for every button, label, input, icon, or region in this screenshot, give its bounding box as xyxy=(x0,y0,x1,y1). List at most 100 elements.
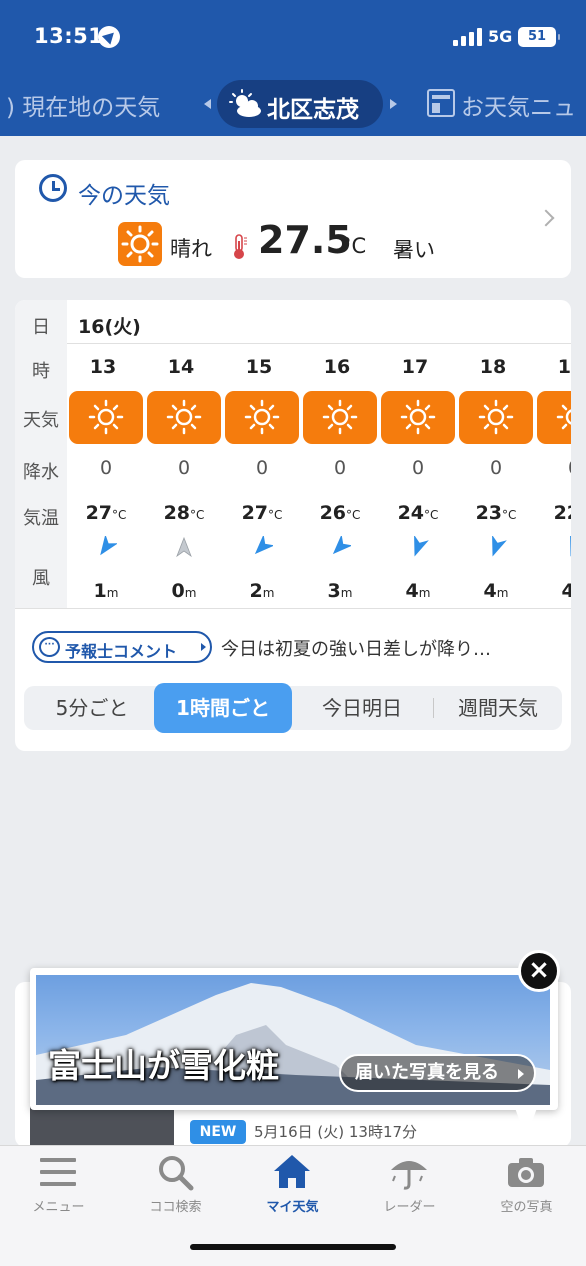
temp-value: 22°C xyxy=(553,502,571,524)
hour-value: 17 xyxy=(401,356,429,378)
tab-my-weather[interactable]: マイ天気 xyxy=(234,1146,351,1226)
partly-cloudy-icon xyxy=(229,89,261,117)
tab-search-label: ココ検索 xyxy=(149,1200,202,1215)
wind-value: 1m xyxy=(93,580,119,602)
menu-icon xyxy=(40,1158,76,1186)
sun-icon xyxy=(381,391,455,444)
prev-arrow-icon[interactable] xyxy=(204,99,211,109)
tab-radar[interactable]: レーダー xyxy=(351,1146,468,1226)
tab-search[interactable]: ココ検索 xyxy=(117,1146,234,1226)
label-wind: 風 xyxy=(32,568,50,589)
location-tab-current-label: 北区志茂 xyxy=(267,97,359,123)
clock-icon xyxy=(39,174,67,202)
location-tab-current[interactable]: 北区志茂 xyxy=(217,80,383,128)
hour-column: 18 0 23°C 4m xyxy=(457,344,533,608)
label-weather: 天気 xyxy=(23,410,59,431)
temp-value: 26°C xyxy=(319,502,361,524)
battery-icon: 51 xyxy=(518,27,560,47)
feed-timestamp: 5月16日 (火) 13時17分 xyxy=(254,1123,418,1141)
temp-value: 27°C xyxy=(85,502,127,524)
rain-value: 0 xyxy=(99,457,113,479)
caret-right-icon xyxy=(201,643,206,651)
hour-column: 17 0 24°C 4m xyxy=(379,344,455,608)
umbrella-icon xyxy=(391,1161,427,1190)
forecaster-comment-button[interactable]: ··· 予報士コメント xyxy=(32,631,212,663)
tab-hourly[interactable]: 1時間ごと xyxy=(154,683,292,733)
location-tabs: ) 現在地の天気 北区志茂 お天気ニュ xyxy=(0,72,586,136)
wind-direction-icon xyxy=(414,536,429,557)
news-icon xyxy=(427,89,455,117)
hourly-forecast-card: 日 時 天気 降水 気温 風 16(火) 13 0 27°C 1m 14 0 28°C 0m 1… xyxy=(15,300,571,751)
tab-5min[interactable]: 5分ごと xyxy=(24,686,160,730)
hour-column: 16 0 26°C 3m xyxy=(301,344,377,608)
forecaster-comment-text[interactable]: 今日は初夏の強い日差しが降り… xyxy=(221,635,491,661)
hour-value: 15 xyxy=(245,356,273,378)
wind-value: 4m xyxy=(405,580,431,602)
wind-value: 3m xyxy=(327,580,353,602)
temp-value: 23°C xyxy=(475,502,517,524)
current-temperature: 27.5 xyxy=(258,218,352,262)
temp-value: 27°C xyxy=(241,502,283,524)
current-condition: 晴れ xyxy=(170,237,212,261)
hour-column: 14 0 28°C 0m xyxy=(145,344,221,608)
camera-icon xyxy=(508,1158,544,1187)
sun-icon xyxy=(537,391,571,444)
label-date: 日 xyxy=(32,317,50,338)
rain-value: 0 xyxy=(255,457,269,479)
popup-title: 富士山が雪化粧 xyxy=(48,1046,279,1085)
sun-icon xyxy=(303,391,377,444)
tab-menu-label: メニュー xyxy=(32,1200,85,1215)
tab-sky-photos[interactable]: 空の写真 xyxy=(468,1146,585,1226)
location-tab-prev-label: 現在地の天気 xyxy=(22,95,161,121)
hour-column: 15 0 27°C 2m xyxy=(223,344,299,608)
popup-tail xyxy=(515,1108,537,1138)
tab-weekly[interactable]: 週間天気 xyxy=(436,686,560,730)
tab-menu[interactable]: メニュー xyxy=(0,1146,117,1226)
close-icon[interactable]: × xyxy=(518,950,560,992)
new-badge: NEW xyxy=(190,1120,246,1144)
wind-direction-icon xyxy=(176,536,192,558)
view-photos-button[interactable]: 届いた写真を見る xyxy=(339,1054,536,1092)
sun-icon xyxy=(225,391,299,444)
location-tab-next-label[interactable]: お天気ニュ xyxy=(461,88,576,122)
tab-my-weather-label: マイ天気 xyxy=(266,1200,319,1215)
location-tab-prev[interactable]: ) 現在地の天気 xyxy=(6,88,160,122)
current-weather-title: 今の天気 xyxy=(78,183,170,209)
rain-value: 0 xyxy=(489,457,503,479)
current-weather-card[interactable]: 今の天気 晴れ 27.5 °C 暑い xyxy=(15,160,571,278)
row-labels: 日 時 天気 降水 気温 風 xyxy=(15,300,67,608)
rain-value: 0 xyxy=(535,457,571,479)
status-bar: 13:51 5G 51 xyxy=(0,0,586,72)
rain-value: 0 xyxy=(333,457,347,479)
forecast-date: 16(火) xyxy=(78,316,141,338)
divider xyxy=(15,608,571,609)
wind-direction-icon xyxy=(100,536,117,556)
location-arrow-icon xyxy=(98,26,120,48)
thermometer-icon xyxy=(234,234,247,259)
hour-value: 18 xyxy=(479,356,507,378)
sun-icon xyxy=(118,222,162,266)
rain-value: 0 xyxy=(177,457,191,479)
sun-icon xyxy=(69,391,143,444)
hourly-columns[interactable]: 13 0 27°C 1m 14 0 28°C 0m 15 0 27°C 2m 16 0 26°C 3m 17 0 2… xyxy=(67,344,571,608)
tab-today-tomorrow[interactable]: 今日明日 xyxy=(294,686,430,730)
hour-column: 19 0 22°C 4m xyxy=(535,344,571,608)
label-rain: 降水 xyxy=(23,462,59,483)
date-row: 16(火) xyxy=(67,300,571,344)
chevron-right-icon xyxy=(537,209,555,227)
search-icon xyxy=(159,1156,194,1191)
feels-label: 暑い xyxy=(393,238,435,262)
home-icon xyxy=(274,1155,310,1188)
status-time: 13:51 xyxy=(34,24,104,48)
temp-value: 28°C xyxy=(163,502,205,524)
popup-photo[interactable]: 富士山が雪化粧 届いた写真を見る xyxy=(36,975,550,1105)
hour-value: 13 xyxy=(89,356,117,378)
wind-direction-icon xyxy=(332,536,351,555)
sun-icon xyxy=(459,391,533,444)
home-indicator xyxy=(190,1244,396,1250)
forecaster-comment-label: 予報士コメント xyxy=(65,642,178,661)
tab-radar-label: レーダー xyxy=(383,1200,436,1215)
network-type: 5G xyxy=(488,27,513,46)
next-arrow-icon[interactable] xyxy=(390,99,397,109)
interval-selector: 5分ごと 1時間ごと 今日明日 週間天気 xyxy=(24,683,562,733)
